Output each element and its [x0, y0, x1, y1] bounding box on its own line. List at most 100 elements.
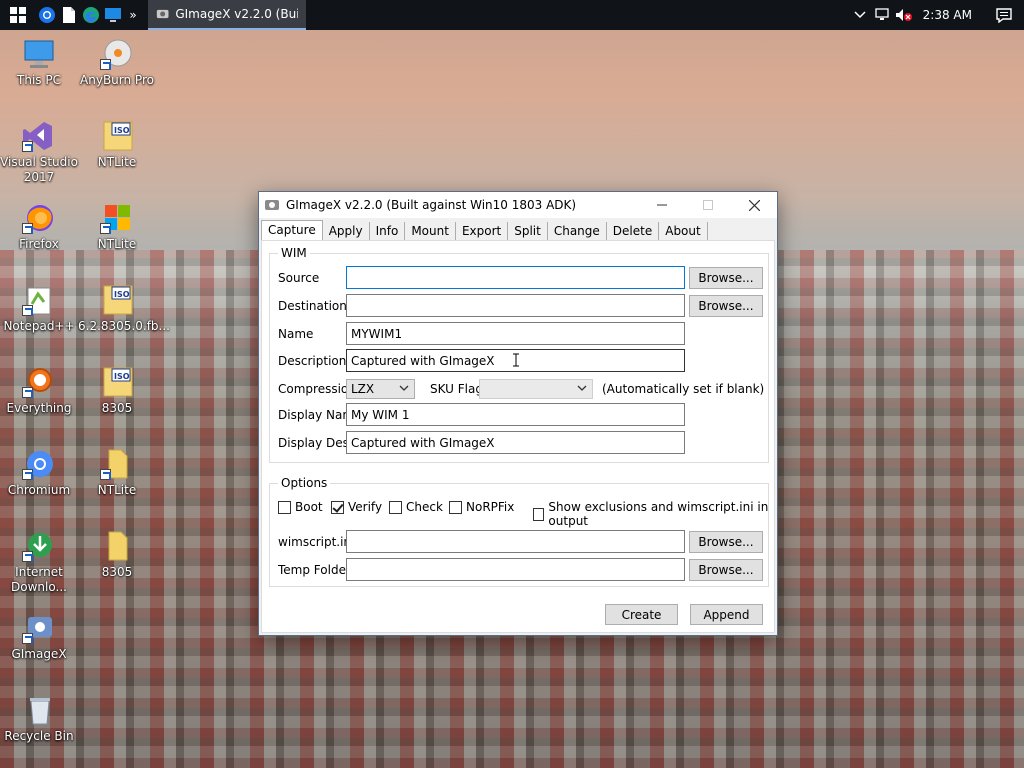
tab-about[interactable]: About [659, 222, 708, 241]
maximize-button [685, 192, 731, 218]
tray-show-hidden[interactable] [849, 0, 871, 30]
create-button[interactable]: Create [605, 604, 678, 625]
checkbox-label: Verify [348, 500, 383, 514]
temp-folder-browse-button[interactable]: Browse... [689, 559, 763, 581]
tab-info[interactable]: Info [369, 222, 406, 241]
tab-strip: Capture Apply Info Mount Export Split Ch… [261, 220, 708, 241]
taskbar-gimagex-task[interactable]: GImageX v2.2.0 (Built ... [148, 0, 306, 30]
desktop-icon-label: NTLite [97, 483, 137, 497]
text-cursor-icon [513, 353, 519, 367]
display-name-input[interactable] [346, 403, 685, 426]
desktop-icon-8305-doc[interactable]: 8305 [78, 530, 156, 580]
sku-flag-select[interactable] [479, 379, 593, 399]
desktop-icon-label: Visual Studio 2017 [0, 155, 78, 184]
source-browse-button[interactable]: Browse... [689, 267, 763, 289]
shortcut-arrow-icon [22, 469, 33, 480]
name-input[interactable] [346, 322, 685, 345]
desktop-icon-label: GImageX [11, 647, 67, 661]
tab-mount[interactable]: Mount [405, 222, 456, 241]
desktop-icon-ntlite-doc[interactable]: NTLite [78, 448, 156, 498]
tab-export[interactable]: Export [455, 222, 509, 241]
temp-folder-input[interactable] [346, 558, 685, 581]
display-desc-input[interactable] [346, 431, 685, 454]
desktop-icon-notepad-plus[interactable]: Notepad++ [0, 284, 78, 334]
options-group-label: Options [278, 476, 331, 490]
source-input[interactable] [346, 266, 685, 289]
shortcut-arrow-icon [100, 59, 111, 70]
temp-folder-label: Temp Folder [278, 563, 351, 577]
iso-badge: ISO [114, 372, 130, 381]
desktop-icon-ntlite-iso[interactable]: ISO NTLite [78, 120, 156, 170]
firefox-icon [22, 202, 56, 234]
chromium-icon [22, 448, 56, 480]
capture-tab-panel: WIM Source Browse... Destination Browse.… [261, 240, 775, 633]
show-exclusions-checkbox[interactable]: Show exclusions and wimscript.ini in out… [533, 500, 774, 528]
iso-badge: ISO [114, 126, 130, 135]
shortcut-arrow-icon [22, 223, 33, 234]
desktop-icon-iso-build[interactable]: ISO 6.2.8305.0.fb... [78, 284, 170, 334]
checkbox-label: Show exclusions and wimscript.ini in out… [548, 500, 769, 528]
volume-muted-icon [895, 9, 912, 21]
tab-delete[interactable]: Delete [606, 222, 660, 241]
taskbar-remote-desktop[interactable] [102, 0, 124, 30]
desktop-icon-gimagex[interactable]: GImageX [0, 612, 78, 662]
tray-network[interactable] [871, 0, 893, 30]
shortcut-arrow-icon [22, 305, 33, 316]
document-icon [100, 530, 134, 562]
iso-file-icon: ISO [100, 120, 134, 152]
taskbar-clock[interactable]: 2:38 AM [915, 8, 984, 22]
recycle-bin-icon [22, 694, 56, 726]
taskbar-overflow[interactable]: » [124, 0, 142, 30]
desktop-icon-this-pc[interactable]: This PC [0, 38, 78, 88]
desktop-icon-ntlite[interactable]: NTLite [78, 202, 156, 252]
desktop-icon-everything[interactable]: Everything [0, 366, 78, 416]
iso-badge: ISO [114, 290, 130, 299]
minimize-button[interactable] [639, 192, 685, 218]
check-checkbox[interactable]: Check [389, 500, 443, 514]
verify-checkbox[interactable]: Verify [331, 500, 382, 514]
desktop-icon-label: NTLite [97, 155, 137, 169]
action-center[interactable] [984, 0, 1024, 30]
task-title: GImageX v2.2.0 (Built ... [175, 7, 298, 21]
destination-browse-button[interactable]: Browse... [689, 295, 763, 317]
gimagex-app-icon [156, 9, 169, 19]
compression-label: Compression [278, 382, 356, 396]
tray-volume[interactable] [893, 0, 915, 30]
wimscript-browse-button[interactable]: Browse... [689, 531, 763, 553]
desktop-icon-anyburn[interactable]: AnyBurn Pro [78, 38, 156, 88]
search-magnifier-icon [22, 366, 56, 398]
desktop-icon-visual-studio[interactable]: Visual Studio 2017 [0, 120, 78, 185]
computer-icon [22, 38, 56, 70]
compression-select[interactable]: LZX [346, 379, 415, 399]
desktop-icon-chromium[interactable]: Chromium [0, 448, 78, 498]
title-bar[interactable]: GImageX v2.2.0 (Built against Win10 1803… [259, 192, 777, 218]
document-icon [63, 7, 75, 23]
desktop-icon-label: Notepad++ [3, 319, 75, 333]
taskbar-edge[interactable] [80, 0, 102, 30]
iso-file-icon: ISO [100, 366, 134, 398]
chrome-icon [39, 7, 55, 23]
desktop-icon-recycle-bin[interactable]: Recycle Bin [0, 694, 78, 744]
wim-group-label: WIM [278, 246, 310, 260]
taskbar-chrome[interactable] [36, 0, 58, 30]
desktop-icon-firefox[interactable]: Firefox [0, 202, 78, 252]
taskbar-notepad[interactable] [58, 0, 80, 30]
desktop-icon-internet-download[interactable]: Internet Downlo... [0, 530, 78, 595]
tab-change[interactable]: Change [547, 222, 607, 241]
chevron-down-icon [399, 385, 409, 391]
start-button[interactable] [0, 0, 36, 30]
checkbox-box [533, 507, 545, 521]
checkbox-box [278, 500, 291, 514]
wimscript-input[interactable] [346, 530, 685, 553]
norpfix-checkbox[interactable]: NoRPFix [449, 500, 514, 514]
desktop-icon-8305-iso[interactable]: ISO 8305 [78, 366, 156, 416]
source-label: Source [278, 271, 320, 285]
tab-capture[interactable]: Capture [261, 220, 323, 241]
destination-input[interactable] [346, 294, 685, 317]
append-button[interactable]: Append [690, 604, 763, 625]
close-button[interactable] [731, 192, 777, 218]
tab-split[interactable]: Split [508, 222, 548, 241]
boot-checkbox[interactable]: Boot [278, 500, 323, 514]
shortcut-arrow-icon [100, 469, 111, 480]
tab-apply[interactable]: Apply [322, 222, 370, 241]
